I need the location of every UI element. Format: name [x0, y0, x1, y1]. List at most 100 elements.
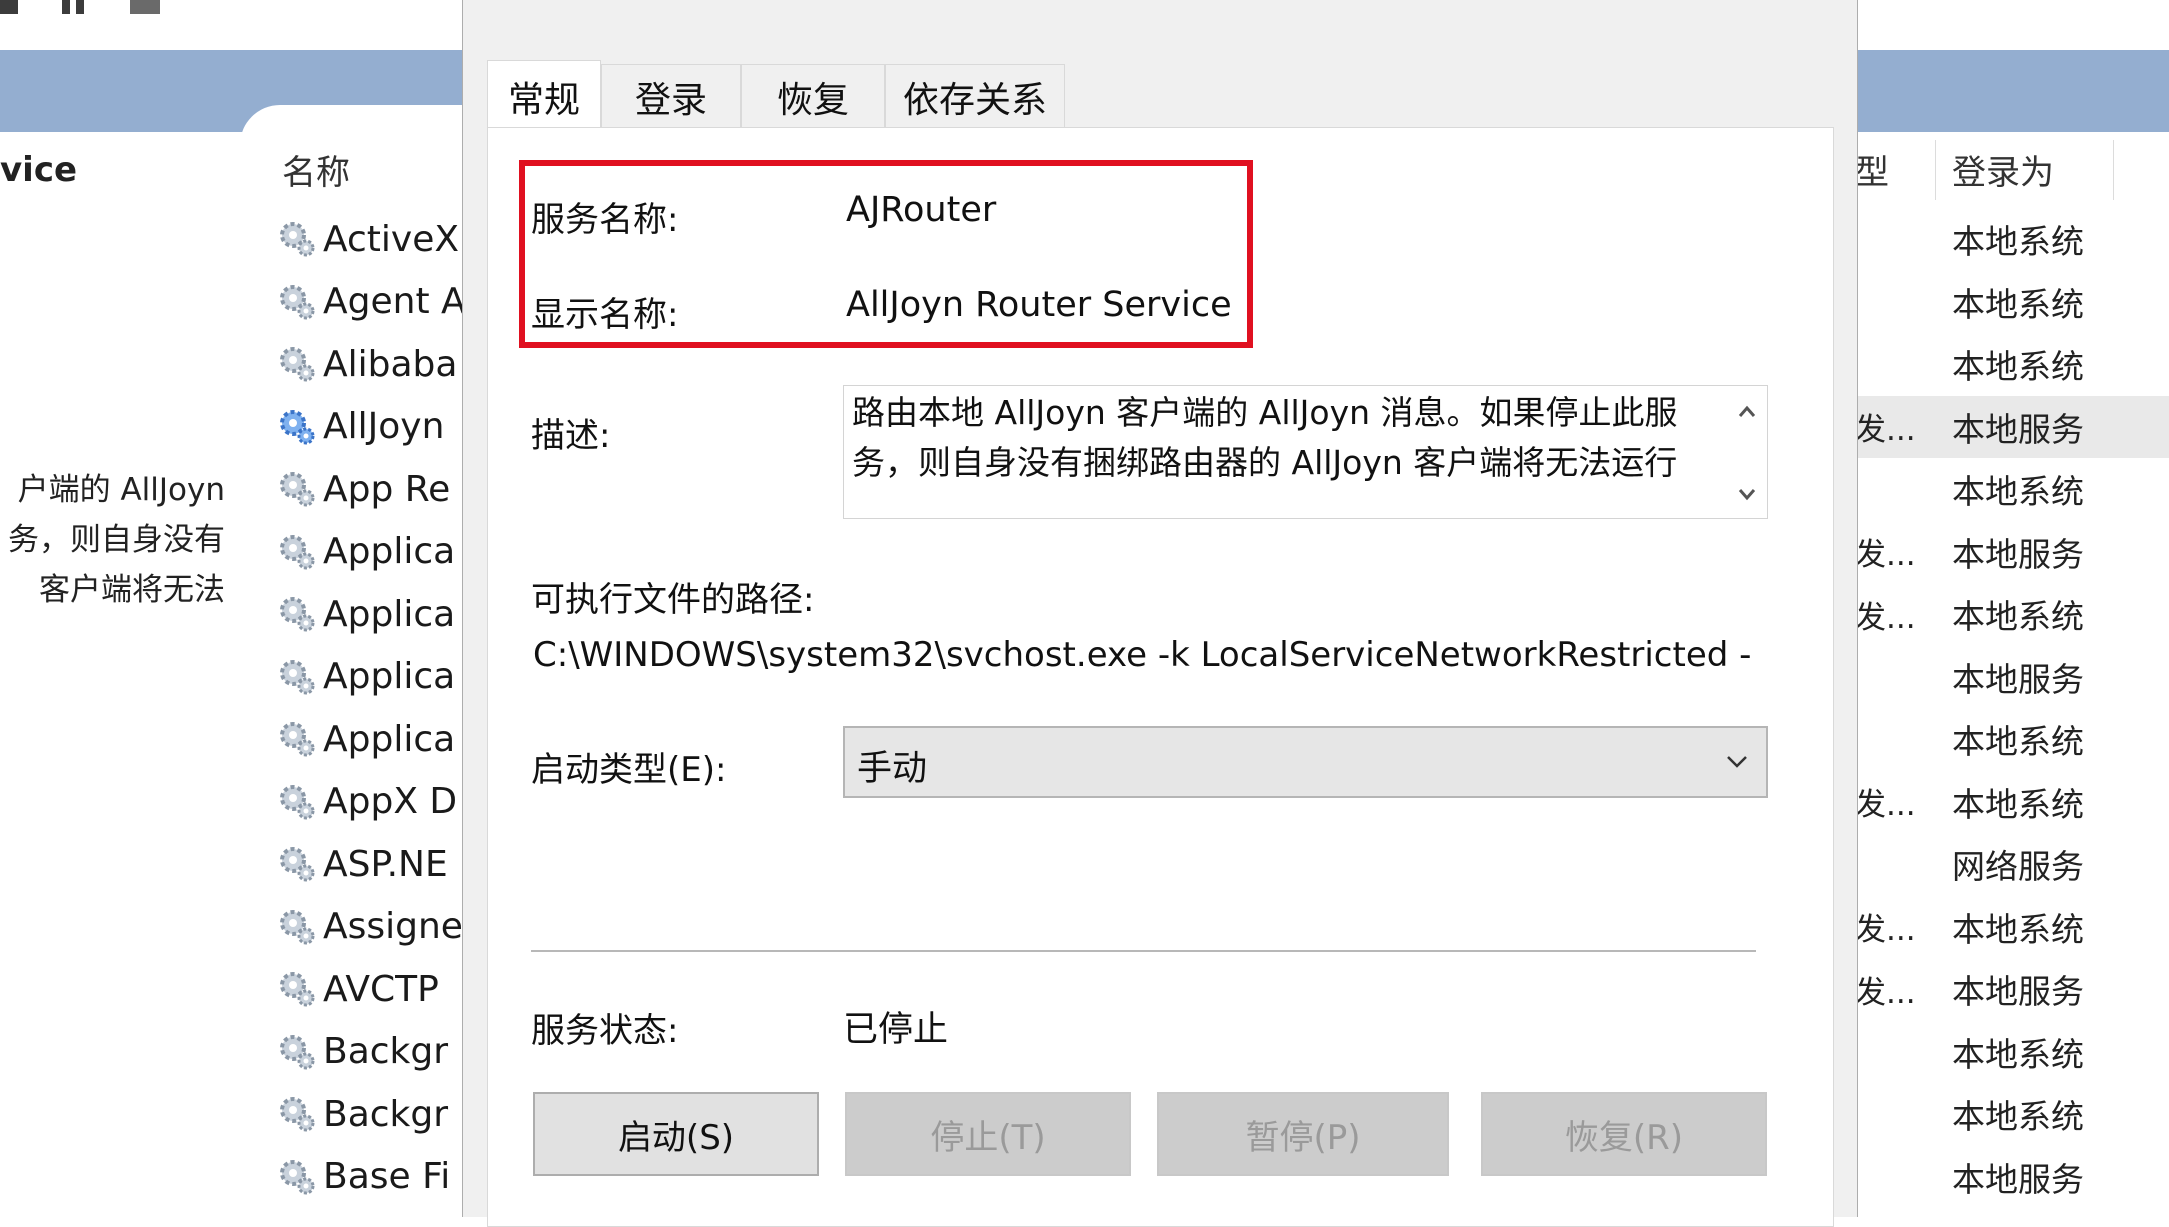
column-header-name[interactable]: 名称 [282, 145, 350, 194]
service-row-right[interactable]: 本地系统 [1855, 1021, 2169, 1083]
selected-service-title: vice [0, 150, 78, 190]
header-band-curve [240, 105, 480, 165]
service-row[interactable]: ASP.NE [278, 833, 463, 896]
service-row-right[interactable]: 发... 本地服务 [1855, 395, 2169, 458]
service-row[interactable]: Assigne [278, 896, 463, 959]
service-row-right[interactable]: 发... 本地系统 [1855, 896, 2169, 958]
service-row-right[interactable]: 发... 本地系统 [1855, 583, 2169, 645]
scroll-up-icon[interactable] [1735, 400, 1759, 424]
service-name: Applica [323, 718, 456, 760]
service-row[interactable]: App Re [278, 458, 463, 521]
service-row[interactable]: ActiveX [278, 208, 463, 271]
restart-icon[interactable] [130, 0, 160, 14]
exe-path-value: C:\WINDOWS\system32\svchost.exe -k Local… [533, 635, 1752, 675]
description-line: 户端的 AllJoyn [17, 472, 225, 508]
description-textbox[interactable]: 路由本地 AllJoyn 客户端的 AllJoyn 消息。如果停止此服务，则自身… [843, 385, 1768, 519]
stop-button[interactable]: 停止(T) [845, 1092, 1131, 1176]
service-row-right[interactable]: 本地服务 [1855, 646, 2169, 708]
service-row[interactable]: Applica [278, 646, 463, 709]
logon-as-value: 本地系统 [1952, 1097, 2084, 1136]
description-scrollbar[interactable] [1727, 386, 1767, 518]
tab-logon[interactable]: 登录 [601, 64, 741, 129]
service-row[interactable]: Agent A [278, 271, 463, 334]
service-row[interactable]: Applica [278, 521, 463, 584]
logon-as-value: 本地系统 [1952, 347, 2084, 386]
service-row[interactable]: AVCTP [278, 958, 463, 1021]
startup-type-fragment: 发... [1855, 537, 1916, 573]
start-button[interactable]: 启动(S) [533, 1092, 819, 1176]
service-name: Agent A [323, 281, 463, 323]
logon-as-value: 本地服务 [1952, 972, 2084, 1011]
column-divider[interactable] [1935, 140, 1936, 200]
service-row-right[interactable]: 发... 本地服务 [1855, 521, 2169, 583]
chevron-down-icon[interactable] [1722, 746, 1752, 776]
startup-type-fragment: 发... [1855, 912, 1916, 948]
description-line: 客户端将无法 [39, 572, 225, 608]
service-gear-icon [278, 658, 316, 696]
service-name: Applica [323, 593, 456, 635]
service-row[interactable]: Base Fi [278, 1146, 463, 1209]
service-gear-icon [278, 595, 316, 633]
service-row-right[interactable]: 本地系统 [1855, 271, 2169, 333]
service-row-right[interactable]: 本地系统 [1855, 708, 2169, 770]
service-gear-icon [278, 1158, 316, 1196]
resume-button[interactable]: 恢复(R) [1481, 1092, 1767, 1176]
startup-type-fragment: 发... [1855, 974, 1916, 1011]
service-name: App Re [323, 468, 451, 510]
pause-button[interactable]: 暂停(P) [1157, 1092, 1449, 1176]
service-gear-icon [278, 970, 316, 1008]
column-header-logon-as[interactable]: 登录为 [1952, 145, 2054, 194]
service-row[interactable]: AppX D [278, 771, 463, 834]
service-row-right[interactable]: 发... 本地服务 [1855, 958, 2169, 1020]
logon-as-value: 本地系统 [1952, 472, 2084, 511]
highlight-annotation-box [519, 160, 1253, 348]
tab-general[interactable]: 常规 [487, 60, 601, 133]
service-name: Assigne [323, 906, 463, 948]
service-row-right[interactable]: 发... 本地系统 [1855, 771, 2169, 833]
service-row-right[interactable]: 本地服务 [1855, 1146, 2169, 1208]
exe-path-label: 可执行文件的路径: [531, 580, 815, 620]
pause-icon-bar [76, 0, 84, 14]
service-row[interactable]: Applica [278, 583, 463, 646]
service-row-right[interactable]: 网络服务 [1855, 833, 2169, 895]
service-row-right[interactable]: 本地系统 [1855, 458, 2169, 520]
column-divider[interactable] [2113, 140, 2114, 200]
service-row[interactable]: Backgr [278, 1083, 463, 1146]
logon-as-value: 网络服务 [1952, 847, 2084, 886]
service-name: Base Fi [323, 1156, 451, 1198]
selected-service-description: 户端的 AllJoyn 务，则自身没有 客户端将无法 [0, 465, 225, 615]
service-gear-icon [278, 220, 316, 258]
scroll-down-icon[interactable] [1735, 482, 1759, 506]
service-row-right[interactable]: 本地系统 [1855, 333, 2169, 395]
pause-icon[interactable] [62, 0, 70, 14]
service-row[interactable]: Applica [278, 708, 463, 771]
services-right-columns: 型 登录为 本地系统 本地系统 本地系统 发... 本地服务 本地系统 发... 本地服务 发.… [1855, 0, 2169, 1217]
tab-dependencies[interactable]: 依存关系 [885, 64, 1065, 129]
service-row[interactable]: Alibaba [278, 333, 463, 396]
service-name: AppX D [323, 781, 458, 823]
startup-type-select[interactable]: 手动 [843, 726, 1768, 798]
service-list: ActiveX Agent A Alibaba AllJoyn App Re Applic… [278, 208, 463, 1208]
service-gear-icon [278, 533, 316, 571]
service-row[interactable]: AllJoyn [278, 396, 463, 459]
logon-as-value: 本地服务 [1952, 409, 2084, 449]
logon-as-value: 本地系统 [1952, 722, 2084, 761]
service-gear-icon [278, 1095, 316, 1133]
service-row-right[interactable]: 本地系统 [1855, 1083, 2169, 1145]
startup-type-fragment: 发... [1855, 412, 1916, 448]
service-name: AVCTP [323, 968, 439, 1010]
toolbar-icon[interactable] [0, 0, 18, 14]
service-gear-icon [278, 345, 316, 383]
service-name: Applica [323, 656, 456, 698]
section-divider [531, 950, 1756, 952]
logon-as-value: 本地服务 [1952, 1159, 2084, 1199]
tab-recovery[interactable]: 恢复 [741, 64, 885, 129]
service-row[interactable]: Backgr [278, 1021, 463, 1084]
startup-type-value: 手动 [857, 749, 928, 789]
column-header-startup-type[interactable]: 型 [1855, 145, 1889, 194]
service-gear-icon [278, 783, 316, 821]
service-name: ASP.NE [323, 843, 448, 885]
service-name: ActiveX [323, 218, 460, 260]
service-row-right[interactable]: 本地系统 [1855, 208, 2169, 270]
service-gear-icon [278, 408, 316, 446]
